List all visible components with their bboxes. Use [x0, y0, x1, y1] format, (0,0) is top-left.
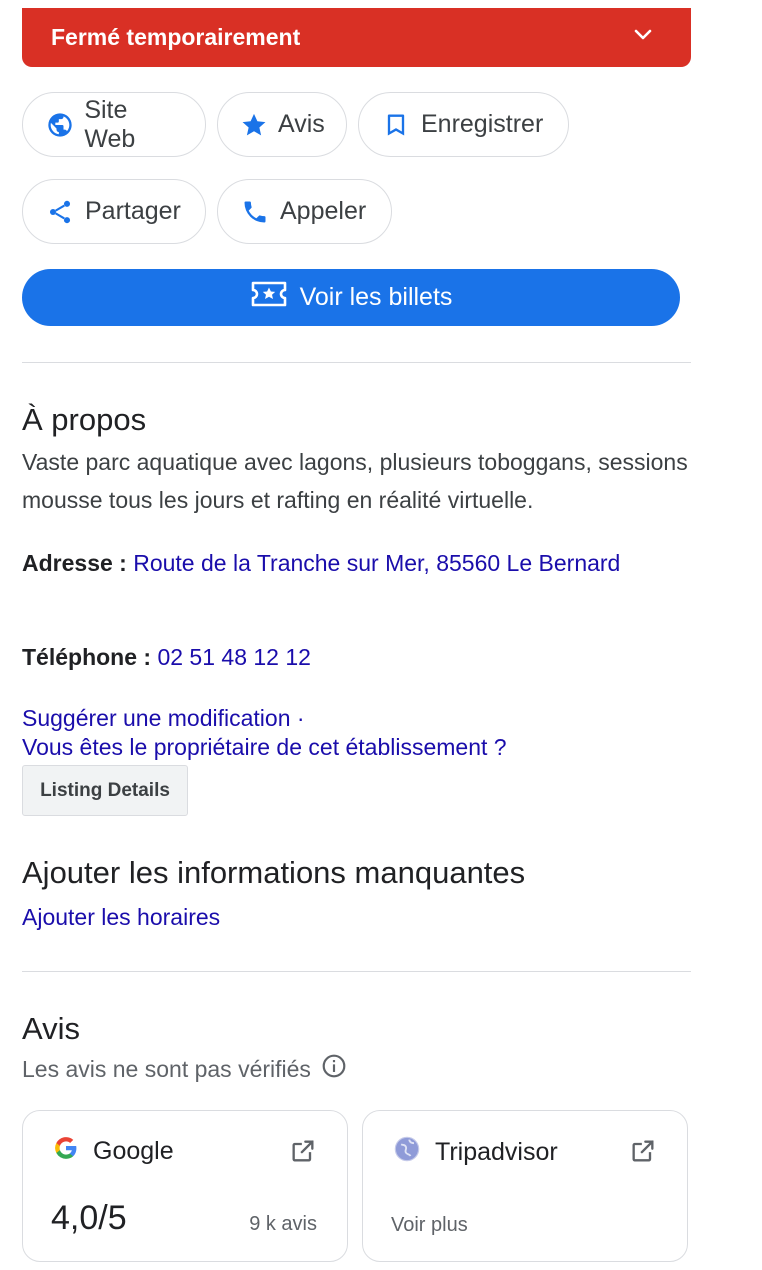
- view-tickets-label: Voir les billets: [299, 283, 453, 311]
- divider: [22, 971, 691, 972]
- suggest-block: Suggérer une modification · Vous êtes le…: [22, 704, 507, 762]
- suggest-edit-link[interactable]: Suggérer une modification ·: [22, 704, 507, 733]
- google-review-count: 9 k avis: [249, 1213, 317, 1235]
- external-link-icon[interactable]: [289, 1137, 317, 1165]
- closed-status-banner[interactable]: Fermé temporairement: [22, 8, 691, 67]
- reviews-subtitle: Les avis ne sont pas vérifiés: [22, 1053, 347, 1085]
- address-label: Adresse :: [22, 550, 127, 576]
- address-link[interactable]: Route de la Tranche sur Mer, 85560 Le Be…: [133, 550, 620, 576]
- website-label: Site Web: [84, 95, 136, 153]
- share-label: Partager: [85, 197, 181, 225]
- view-tickets-button[interactable]: Voir les billets: [22, 269, 680, 326]
- phone-icon: [240, 197, 270, 227]
- google-source: Google: [53, 1135, 174, 1168]
- call-label: Appeler: [280, 197, 367, 225]
- share-icon: [45, 197, 75, 227]
- share-button[interactable]: Partager: [22, 179, 206, 244]
- phone-link[interactable]: 02 51 48 12 12: [157, 644, 310, 670]
- add-hours-link[interactable]: Ajouter les horaires: [22, 904, 220, 931]
- missing-info-title: Ajouter les informations manquantes: [22, 855, 526, 890]
- about-description: Vaste parc aquatique avec lagons, plusie…: [22, 449, 688, 513]
- google-rating: 4,0/5: [51, 1199, 127, 1237]
- save-label: Enregistrer: [421, 110, 544, 138]
- tripadvisor-review-card[interactable]: Tripadvisor Voir plus: [362, 1110, 688, 1262]
- divider: [22, 362, 691, 363]
- tripadvisor-source: Tripadvisor: [393, 1135, 558, 1170]
- google-logo-icon: [53, 1135, 79, 1168]
- tripadvisor-see-more: Voir plus: [391, 1214, 468, 1236]
- phone-row: Téléphone : 02 51 48 12 12: [22, 637, 642, 677]
- website-button[interactable]: Site Web: [22, 92, 206, 157]
- about-title: À propos: [22, 402, 147, 437]
- tripadvisor-source-label: Tripadvisor: [435, 1138, 558, 1166]
- closed-status-label: Fermé temporairement: [51, 24, 301, 50]
- bookmark-icon: [381, 110, 411, 140]
- star-icon: [240, 110, 268, 140]
- reviews-button[interactable]: Avis: [217, 92, 347, 157]
- google-source-label: Google: [93, 1137, 174, 1165]
- ticket-icon: [250, 279, 288, 316]
- owner-claim-link[interactable]: Vous êtes le propriétaire de cet établis…: [22, 733, 507, 762]
- info-icon[interactable]: [321, 1053, 347, 1085]
- google-review-card[interactable]: Google 4,0/5 9 k avis: [22, 1110, 348, 1262]
- reviews-label: Avis: [278, 110, 325, 138]
- call-button[interactable]: Appeler: [217, 179, 392, 244]
- phone-label: Téléphone :: [22, 644, 152, 670]
- address-row: Adresse : Route de la Tranche sur Mer, 8…: [22, 543, 642, 583]
- globe-icon: [45, 110, 74, 140]
- reviews-title: Avis: [22, 1011, 81, 1046]
- chevron-down-icon[interactable]: [631, 23, 655, 52]
- globe-icon: [393, 1135, 421, 1170]
- external-link-icon[interactable]: [629, 1137, 657, 1165]
- reviews-subtitle-text: Les avis ne sont pas vérifiés: [22, 1055, 311, 1082]
- listing-details-button[interactable]: Listing Details: [22, 765, 188, 816]
- save-button[interactable]: Enregistrer: [358, 92, 569, 157]
